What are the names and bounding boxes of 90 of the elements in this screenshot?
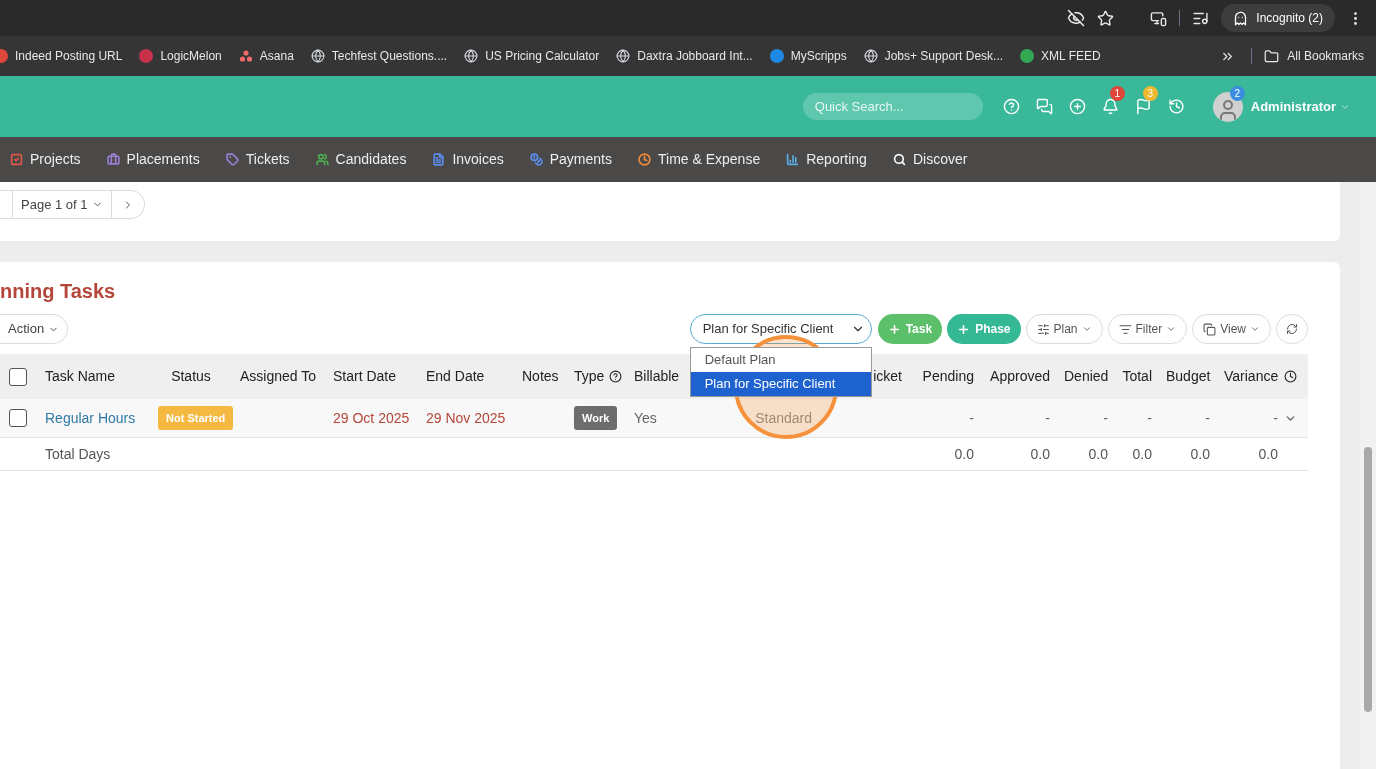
globe-icon [464,49,479,63]
column-header: Status [171,368,211,384]
tracking-off-icon[interactable] [1067,9,1086,27]
table-cell: Yes [634,409,657,426]
row-checkbox[interactable] [9,409,27,427]
bookmark-link[interactable]: XML FEED [1020,47,1101,65]
chat-icon[interactable] [1035,98,1053,115]
total-value: 0.0 [1030,445,1050,462]
nav-link[interactable]: Time & Expense [638,149,761,170]
bookmark-link[interactable]: Jobs+ Support Desk... [863,47,1004,65]
avatar[interactable] [1212,91,1243,122]
dropdown-option[interactable]: Default Plan [690,348,871,372]
bookmark-link[interactable]: LogicMelon [139,47,222,65]
type-badge: Work [574,405,618,431]
nav-link[interactable]: Discover [892,149,968,170]
select-all-checkbox[interactable] [9,367,27,386]
nav-link[interactable]: Tickets [225,149,290,170]
bookmark-link[interactable]: MyScripps [769,47,847,65]
filter-icon [1118,322,1132,336]
help-icon[interactable] [609,370,623,383]
column-header: Assigned To [240,368,316,384]
section-title: nning Tasks [0,281,117,301]
column-header: Start Date [333,368,397,384]
nav-link[interactable]: Reporting [786,149,867,170]
total-value: 0.0 [1088,445,1108,462]
column-header: Task Name [45,368,116,384]
column-header: Type [574,366,623,387]
add-icon[interactable] [1068,98,1086,115]
column-header: Variance [1224,368,1279,384]
total-value: 0.0 [1190,445,1210,462]
caret-icon [1166,324,1177,334]
plus-icon [887,322,901,336]
table-cell: - [1147,409,1152,426]
nav-link[interactable]: Payments [529,149,612,170]
column-header: End Date [426,368,485,384]
sliders-icon [1036,322,1050,336]
plus-icon [957,322,971,336]
history-icon[interactable] [1167,98,1185,115]
quick-search-field[interactable]: Quick Search... [802,93,983,120]
bookmark-link[interactable]: Asana [238,47,294,65]
total-value: 0.0 [1132,445,1152,462]
table-cell-text: Standard [755,409,813,426]
table-cell: - [1273,409,1278,426]
status-badge: Not Started [158,405,234,431]
total-value: 0.0 [1258,445,1278,462]
cast-icon[interactable] [1150,9,1168,27]
totals-label: Total Days [45,445,111,462]
column-header: Budget [1166,368,1211,384]
date-text: 29 Nov 2025 [426,409,506,426]
table-cell: - [1045,409,1050,426]
nav-link[interactable]: Projects [10,149,81,170]
table-cell: - [1205,409,1210,426]
flag-icon[interactable] [1134,98,1152,115]
table-cell: - [1103,409,1108,426]
dropdown-option[interactable]: Plan for Specific Client [690,372,871,396]
column-header: Total [1122,368,1152,384]
table-cell: - [969,409,974,426]
caret-icon [1250,324,1260,334]
column-header: Billable [634,368,680,384]
notifications-icon[interactable] [1101,98,1119,115]
all-bookmarks-link[interactable]: All Bookmarks [1264,47,1364,65]
column-header: Pending [922,368,974,384]
bookmark-link[interactable]: Indeed Posting URL [0,47,123,65]
column-header: Notes [522,368,559,384]
scrollbar-thumb[interactable] [1364,447,1372,712]
refresh-icon [1286,323,1298,335]
flag-count: 3 [1142,86,1158,101]
incognito-profile-button[interactable]: Incognito (2) [1221,4,1335,32]
globe-icon [616,49,631,63]
date-text: 29 Oct 2025 [333,409,410,426]
bookmark-link[interactable]: Techfest Questions.... [310,47,448,65]
bookmark-link[interactable]: Daxtra Jobboard Int... [616,47,753,65]
nav-link[interactable]: Invoices [432,149,504,170]
column-header: Approved [990,368,1050,384]
copy-icon [1203,322,1217,336]
bookmark-star-icon[interactable] [1097,9,1115,27]
task-link[interactable]: Regular Hours [45,409,136,426]
clock-icon [1284,370,1297,383]
total-value: 0.0 [954,445,974,462]
nav-link[interactable]: Candidates [315,149,407,170]
nav-link[interactable]: Placements [106,149,200,170]
notification-count: 1 [1109,86,1125,101]
caret-icon [1081,324,1092,334]
globe-icon [310,49,325,63]
bookmark-link[interactable]: US Pricing Calculator [464,47,600,65]
folder-icon [1264,48,1280,64]
message-count: 2 [1229,85,1245,101]
globe-icon [863,49,878,63]
column-header: icket [873,368,902,384]
column-header: Denied [1064,368,1109,384]
